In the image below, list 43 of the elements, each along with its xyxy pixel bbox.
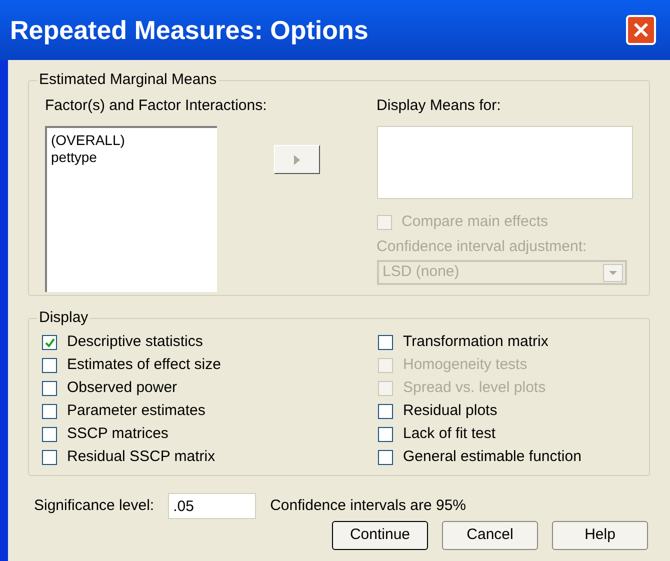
field-label: Significance level: — [34, 496, 154, 516]
checkbox-label: General estimable function — [403, 447, 582, 468]
dialog-button[interactable]: Help — [552, 521, 648, 550]
checkbox[interactable] — [42, 450, 57, 465]
checkbox[interactable] — [42, 427, 57, 442]
checkbox[interactable] — [42, 335, 57, 350]
list-label: Factor(s) and Factor Interactions: — [45, 96, 267, 116]
checkbox-label: Homogeneity tests — [403, 355, 528, 376]
checkbox[interactable] — [378, 404, 393, 419]
checkbox-label: Spread vs. level plots — [403, 378, 546, 398]
checkbox-label: SSCP matrices — [67, 424, 168, 444]
confidence-note: Confidence intervals are 95% — [270, 496, 466, 516]
factor-list[interactable]: (OVERALL) pettype — [45, 126, 217, 292]
checkbox[interactable] — [42, 381, 57, 396]
checkbox[interactable] — [42, 404, 57, 419]
dropdown-label: Confidence interval adjustment: — [376, 236, 588, 256]
checkbox-label: Transformation matrix — [403, 332, 548, 352]
list-item[interactable]: (OVERALL) — [51, 132, 213, 148]
dialog-button[interactable]: Continue — [332, 521, 428, 550]
checkbox-label: Residual plots — [403, 401, 498, 422]
checkbox-label: Parameter estimates — [67, 401, 206, 422]
checkbox[interactable] — [378, 335, 393, 350]
checkbox-label: Compare main effects — [402, 212, 548, 232]
list-item[interactable]: pettype — [51, 148, 213, 166]
checkbox-label: Descriptive statistics — [67, 332, 203, 352]
checkbox-label: Residual SSCP matrix — [67, 447, 216, 468]
checkbox[interactable] — [378, 427, 393, 442]
checkbox-label: Estimates of effect size — [67, 355, 221, 376]
checkmark-icon — [44, 338, 54, 348]
group-title: Display — [37, 309, 90, 327]
right-arrow-icon — [294, 154, 300, 164]
close-icon — [633, 22, 649, 38]
group-title: Estimated Marginal Means — [37, 71, 219, 89]
checkbox[interactable] — [42, 358, 57, 373]
dialog-button[interactable]: Cancel — [442, 521, 538, 550]
list-label: Display Means for: — [376, 96, 502, 116]
close-button[interactable] — [626, 15, 656, 45]
checkbox[interactable] — [378, 450, 393, 465]
significance-field[interactable]: .05 — [168, 493, 256, 519]
checkbox-label: Observed power — [67, 378, 178, 398]
move-button[interactable] — [274, 145, 320, 174]
checkbox-label: Lack of fit test — [403, 424, 496, 444]
window-title: Repeated Measures: Options — [10, 14, 368, 46]
